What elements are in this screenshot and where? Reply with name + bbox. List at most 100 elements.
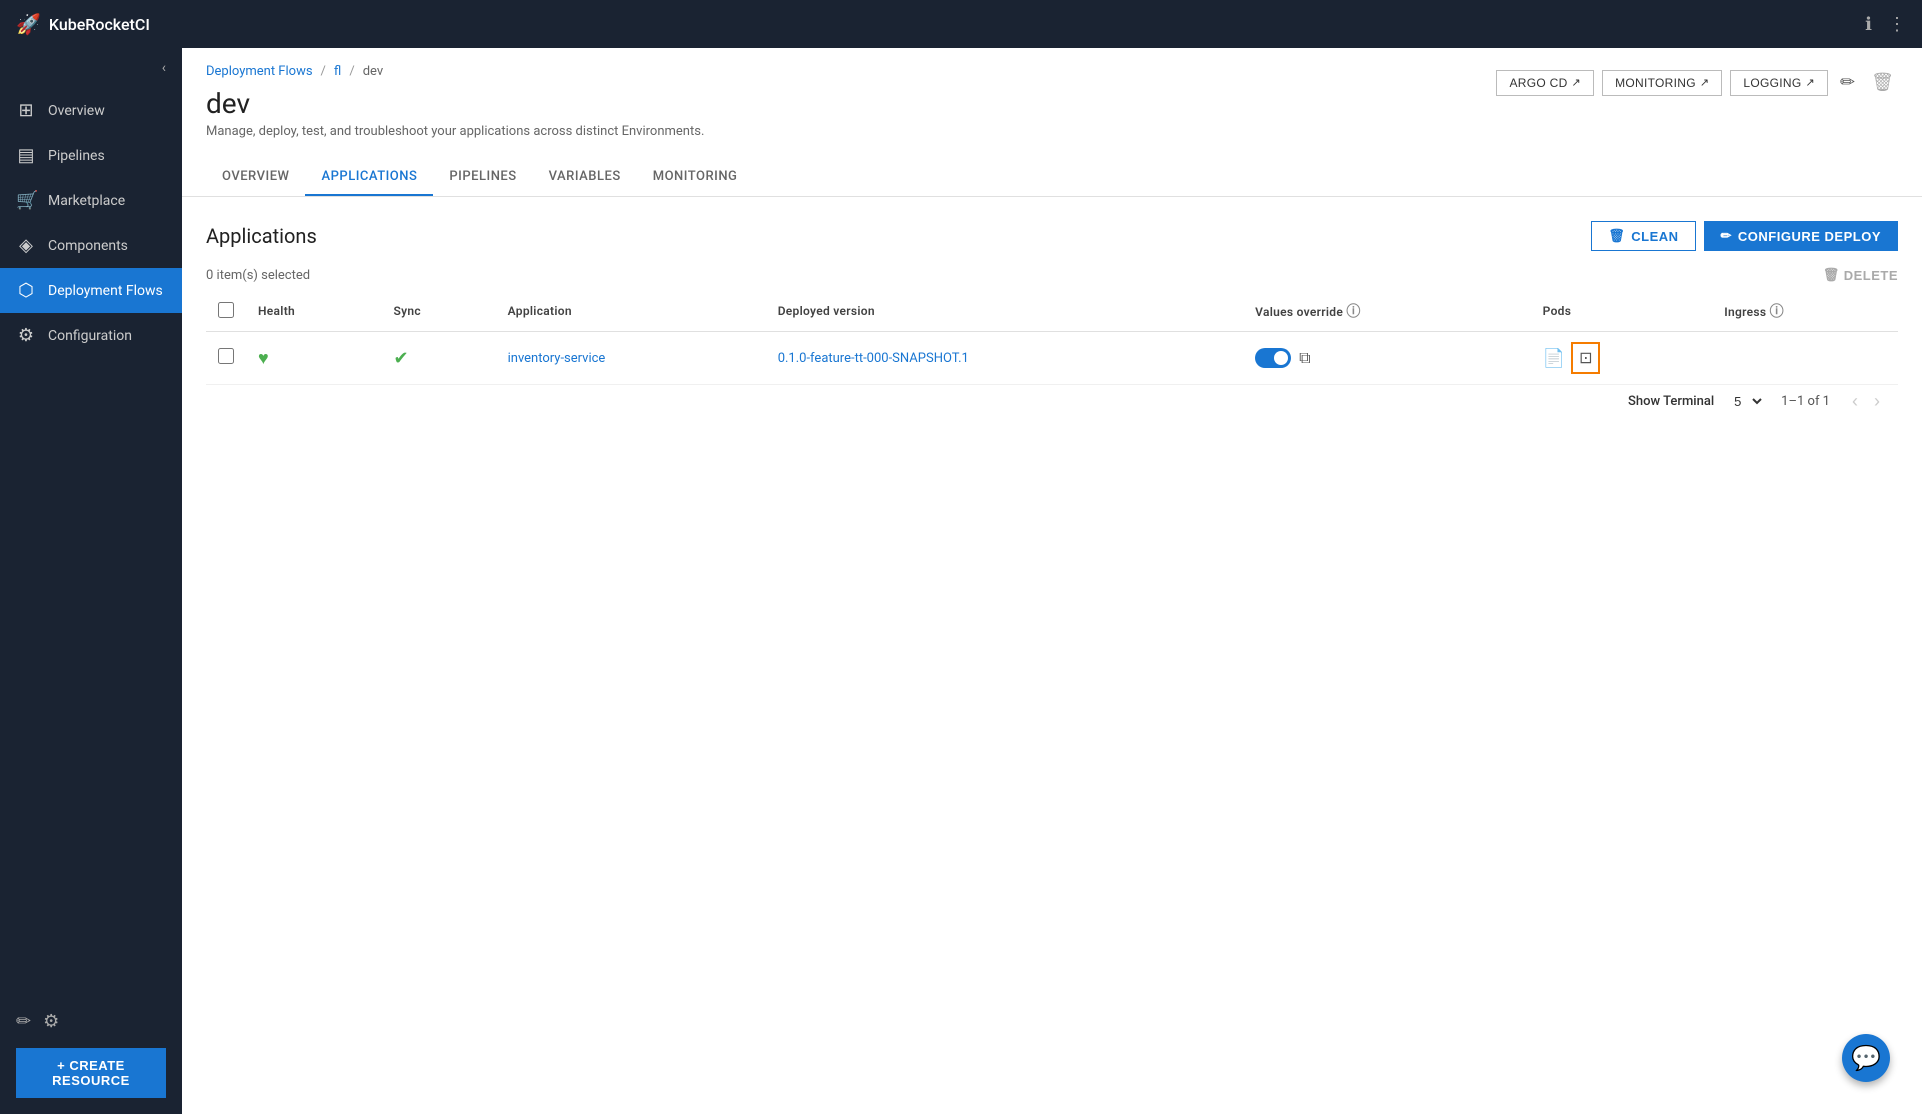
tab-overview[interactable]: OVERVIEW (206, 159, 305, 196)
delete-label: DELETE (1844, 268, 1898, 283)
terminal-icon: ⊡ (1579, 348, 1592, 368)
row-ingress (1712, 332, 1898, 385)
table-toolbar: 0 item(s) selected 🗑 DELETE (206, 267, 1898, 283)
tab-pipelines[interactable]: PIPELINES (433, 159, 532, 196)
sidebar-item-label-deployment-flows: Deployment Flows (48, 283, 163, 299)
breadcrumb-sep-1: / (321, 64, 326, 79)
tab-monitoring[interactable]: MONITORING (637, 159, 754, 196)
pagination-prev-button[interactable]: ‹ (1846, 389, 1864, 414)
per-page-select[interactable]: 5 10 25 (1730, 393, 1765, 410)
monitoring-label: MONITORING (1615, 76, 1696, 90)
version-link[interactable]: 0.1.0-feature-tt-000-SNAPSHOT.1 (778, 351, 969, 366)
show-terminal-label: Show Terminal (1628, 394, 1714, 409)
header-deployed-version: Deployed version (766, 291, 1243, 332)
page-subtitle: Manage, deploy, test, and troubleshoot y… (206, 124, 704, 139)
layout: ‹ ⊞ Overview ▤ Pipelines 🛒 Marketplace ◈… (0, 48, 1922, 1114)
marketplace-icon: 🛒 (16, 190, 36, 211)
header-health: Health (246, 291, 381, 332)
page-actions: ARGO CD ↗ MONITORING ↗ LOGGING ↗ ✏ 🗑 (1496, 64, 1898, 97)
chat-fab-button[interactable]: 💬 (1842, 1034, 1890, 1082)
header-application: Application (496, 291, 766, 332)
applications-section-header: Applications 🗑 CLEAN ✏ CONFIGURE DEPLOY (206, 221, 1898, 251)
pagination-nav: ‹ › (1846, 389, 1886, 414)
tabs: OVERVIEW APPLICATIONS PIPELINES VARIABLE… (206, 159, 1898, 196)
sidebar-item-pipelines[interactable]: ▤ Pipelines (0, 133, 182, 178)
sidebar-item-components[interactable]: ◈ Components (0, 223, 182, 268)
pod-terminal-button[interactable]: ⊡ (1571, 342, 1600, 374)
logging-button[interactable]: LOGGING ↗ (1730, 70, 1828, 96)
chat-fab-icon: 💬 (1851, 1044, 1881, 1073)
clean-icon: 🗑 (1608, 228, 1625, 244)
breadcrumb-sep-2: / (349, 64, 354, 79)
delete-icon: 🗑 (1823, 267, 1840, 283)
main-content: Deployment Flows / fl / dev dev Manage, … (182, 48, 1922, 1114)
pod-doc-icon[interactable]: 📄 (1543, 348, 1565, 369)
show-terminal-row: Show Terminal 5 10 25 1–1 of 1 ‹ › (206, 385, 1898, 414)
sidebar-item-label-marketplace: Marketplace (48, 193, 125, 209)
pods-cell: 📄 ⊡ (1543, 342, 1701, 374)
sidebar-item-marketplace[interactable]: 🛒 Marketplace (0, 178, 182, 223)
header-checkbox-cell (206, 291, 246, 332)
logging-label: LOGGING (1743, 76, 1801, 90)
pipelines-icon: ▤ (16, 145, 36, 166)
header-values-override: Values override ⓘ (1243, 291, 1531, 332)
sidebar-bottom: ✏ ⚙ (0, 995, 182, 1048)
deployment-flows-icon: ⬡ (16, 280, 36, 301)
ingress-info-icon[interactable]: ⓘ (1770, 304, 1784, 320)
more-icon[interactable]: ⋮ (1888, 14, 1906, 35)
clean-label: CLEAN (1631, 229, 1678, 244)
pagination-next-button[interactable]: › (1868, 389, 1886, 414)
row-deployed-version: 0.1.0-feature-tt-000-SNAPSHOT.1 (766, 332, 1243, 385)
settings-icon[interactable]: ⚙ (43, 1011, 59, 1032)
sidebar-item-overview[interactable]: ⊞ Overview (0, 88, 182, 133)
applications-actions: 🗑 CLEAN ✏ CONFIGURE DEPLOY (1591, 221, 1898, 251)
create-resource-button[interactable]: + CREATE RESOURCE (16, 1048, 166, 1098)
delete-page-button[interactable]: 🗑 (1867, 68, 1898, 97)
configuration-icon: ⚙ (16, 325, 36, 346)
row-sync: ✔ (381, 332, 495, 385)
table-row: ♥ ✔ inventory-service 0.1.0-feature-tt-0… (206, 332, 1898, 385)
breadcrumb-fl[interactable]: fl (334, 64, 341, 79)
page-header: Deployment Flows / fl / dev dev Manage, … (182, 48, 1922, 197)
table-header-row: Health Sync Application Deployed version… (206, 291, 1898, 332)
values-override-info-icon[interactable]: ⓘ (1346, 304, 1360, 320)
content-area: Applications 🗑 CLEAN ✏ CONFIGURE DEPLOY … (182, 197, 1922, 1114)
sidebar-item-deployment-flows[interactable]: ⬡ Deployment Flows (0, 268, 182, 313)
values-override-ext-link-icon[interactable]: ⧉ (1299, 348, 1310, 368)
topbar-left: 🚀 KubeRocketCI (16, 12, 150, 36)
argo-cd-button[interactable]: ARGO CD ↗ (1496, 70, 1594, 96)
breadcrumb-deployment-flows[interactable]: Deployment Flows (206, 64, 313, 79)
sidebar-item-configuration[interactable]: ⚙ Configuration (0, 313, 182, 358)
row-application: inventory-service (496, 332, 766, 385)
clean-button[interactable]: 🗑 CLEAN (1591, 221, 1695, 251)
header-ingress: Ingress ⓘ (1712, 291, 1898, 332)
select-all-checkbox[interactable] (218, 302, 234, 318)
logging-ext-icon: ↗ (1806, 76, 1816, 89)
configure-deploy-button[interactable]: ✏ CONFIGURE DEPLOY (1704, 221, 1898, 251)
argo-cd-label: ARGO CD (1509, 76, 1567, 90)
sidebar-item-label-pipelines: Pipelines (48, 148, 105, 164)
info-icon[interactable]: ℹ (1865, 14, 1872, 35)
sync-check-icon: ✔ (393, 348, 408, 369)
selected-count: 0 item(s) selected (206, 268, 310, 283)
toggle-container: ⧉ (1255, 348, 1519, 368)
row-checkbox[interactable] (218, 348, 234, 364)
application-link[interactable]: inventory-service (508, 351, 606, 366)
tab-variables[interactable]: VARIABLES (533, 159, 637, 196)
argo-cd-ext-icon: ↗ (1572, 76, 1582, 89)
delete-button[interactable]: 🗑 DELETE (1823, 267, 1898, 283)
edit-icon[interactable]: ✏ (16, 1011, 31, 1032)
tab-applications[interactable]: APPLICATIONS (305, 159, 433, 196)
monitoring-button[interactable]: MONITORING ↗ (1602, 70, 1722, 96)
page-title: dev (206, 87, 704, 120)
configure-deploy-label: CONFIGURE DEPLOY (1738, 229, 1881, 244)
sidebar-collapse-button[interactable]: ‹ (158, 56, 170, 80)
configure-deploy-icon: ✏ (1721, 228, 1732, 244)
row-values-override: ⧉ (1243, 332, 1531, 385)
row-pods: 📄 ⊡ (1531, 332, 1713, 385)
components-icon: ◈ (16, 235, 36, 256)
row-checkbox-cell (206, 332, 246, 385)
breadcrumb-dev: dev (363, 64, 383, 79)
edit-page-button[interactable]: ✏ (1836, 68, 1859, 97)
values-override-toggle[interactable] (1255, 348, 1291, 368)
